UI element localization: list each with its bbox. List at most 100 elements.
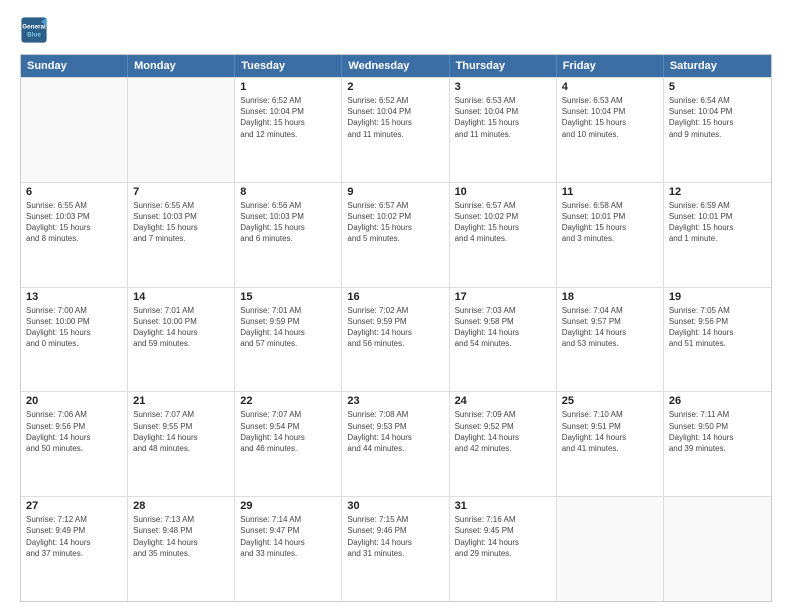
day-info: Sunrise: 7:06 AM Sunset: 9:56 PM Dayligh… bbox=[26, 409, 122, 454]
day-number: 8 bbox=[240, 186, 336, 198]
day-info: Sunrise: 7:01 AM Sunset: 9:59 PM Dayligh… bbox=[240, 305, 336, 350]
day-info: Sunrise: 6:57 AM Sunset: 10:02 PM Daylig… bbox=[347, 200, 443, 245]
day-header-monday: Monday bbox=[128, 55, 235, 77]
day-cell-31: 31 Sunrise: 7:16 AM Sunset: 9:45 PM Dayli… bbox=[450, 497, 557, 601]
day-info: Sunrise: 7:02 AM Sunset: 9:59 PM Dayligh… bbox=[347, 305, 443, 350]
day-cell-23: 23 Sunrise: 7:08 AM Sunset: 9:53 PM Dayli… bbox=[342, 392, 449, 496]
week-row-1: 1 Sunrise: 6:52 AM Sunset: 10:04 PM Dayli… bbox=[21, 77, 771, 182]
day-info: Sunrise: 6:55 AM Sunset: 10:03 PM Daylig… bbox=[133, 200, 229, 245]
empty-cell bbox=[557, 497, 664, 601]
day-info: Sunrise: 6:54 AM Sunset: 10:04 PM Daylig… bbox=[669, 95, 766, 140]
day-cell-29: 29Sunrise: 7:14 AM Sunset: 9:47 PM Dayli… bbox=[235, 497, 342, 601]
day-number: 7 bbox=[133, 186, 229, 198]
day-number: 22 bbox=[240, 395, 336, 407]
week-row-5: 27 Sunrise: 7:12 AM Sunset: 9:49 PM Dayli… bbox=[21, 496, 771, 601]
day-number: 27 bbox=[26, 500, 122, 512]
day-number: 31 bbox=[455, 500, 551, 512]
day-number: 6 bbox=[26, 186, 122, 198]
day-header-thursday: Thursday bbox=[450, 55, 557, 77]
day-number: 24 bbox=[455, 395, 551, 407]
day-number: 18 bbox=[562, 291, 658, 303]
day-number: 25 bbox=[562, 395, 658, 407]
day-info: Sunrise: 7:03 AM Sunset: 9:58 PM Dayligh… bbox=[455, 305, 551, 350]
empty-cell bbox=[128, 78, 235, 182]
day-number: 29 bbox=[240, 500, 336, 512]
day-info: Sunrise: 7:01 AM Sunset: 10:00 PM Daylig… bbox=[133, 305, 229, 350]
day-cell-21: 21Sunrise: 7:07 AM Sunset: 9:55 PM Dayli… bbox=[128, 392, 235, 496]
day-info: Sunrise: 6:56 AM Sunset: 10:03 PM Daylig… bbox=[240, 200, 336, 245]
calendar-body: 1 Sunrise: 6:52 AM Sunset: 10:04 PM Dayli… bbox=[21, 77, 771, 601]
day-cell-18: 18 Sunrise: 7:04 AM Sunset: 9:57 PM Dayli… bbox=[557, 288, 664, 392]
day-cell-11: 11 Sunrise: 6:58 AM Sunset: 10:01 PM Dayl… bbox=[557, 183, 664, 287]
day-number: 17 bbox=[455, 291, 551, 303]
day-cell-27: 27 Sunrise: 7:12 AM Sunset: 9:49 PM Dayli… bbox=[21, 497, 128, 601]
week-row-4: 20 Sunrise: 7:06 AM Sunset: 9:56 PM Dayli… bbox=[21, 391, 771, 496]
day-number: 23 bbox=[347, 395, 443, 407]
day-info: Sunrise: 7:11 AM Sunset: 9:50 PM Dayligh… bbox=[669, 409, 766, 454]
day-cell-25: 25 Sunrise: 7:10 AM Sunset: 9:51 PM Dayli… bbox=[557, 392, 664, 496]
day-number: 20 bbox=[26, 395, 122, 407]
empty-cell bbox=[664, 497, 771, 601]
day-number: 3 bbox=[455, 81, 551, 93]
day-cell-30: 30 Sunrise: 7:15 AM Sunset: 9:46 PM Dayli… bbox=[342, 497, 449, 601]
day-cell-8: 8 Sunrise: 6:56 AM Sunset: 10:03 PM Dayli… bbox=[235, 183, 342, 287]
day-cell-12: 12 Sunrise: 6:59 AM Sunset: 10:01 PM Dayl… bbox=[664, 183, 771, 287]
day-number: 10 bbox=[455, 186, 551, 198]
day-info: Sunrise: 7:13 AM Sunset: 9:48 PM Dayligh… bbox=[133, 514, 229, 559]
day-header-tuesday: Tuesday bbox=[235, 55, 342, 77]
day-info: Sunrise: 6:52 AM Sunset: 10:04 PM Daylig… bbox=[240, 95, 336, 140]
day-number: 30 bbox=[347, 500, 443, 512]
day-info: Sunrise: 6:57 AM Sunset: 10:02 PM Daylig… bbox=[455, 200, 551, 245]
day-cell-26: 26 Sunrise: 7:11 AM Sunset: 9:50 PM Dayli… bbox=[664, 392, 771, 496]
day-cell-28: 28 Sunrise: 7:13 AM Sunset: 9:48 PM Dayli… bbox=[128, 497, 235, 601]
day-header-sunday: Sunday bbox=[21, 55, 128, 77]
day-header-wednesday: Wednesday bbox=[342, 55, 449, 77]
day-header-saturday: Saturday bbox=[664, 55, 771, 77]
page: General Blue SundayMondayTuesdayWednesda… bbox=[0, 0, 792, 612]
day-info: Sunrise: 6:53 AM Sunset: 10:04 PM Daylig… bbox=[562, 95, 658, 140]
day-cell-4: 4Sunrise: 6:53 AM Sunset: 10:04 PM Dayli… bbox=[557, 78, 664, 182]
day-cell-3: 3 Sunrise: 6:53 AM Sunset: 10:04 PM Dayli… bbox=[450, 78, 557, 182]
day-info: Sunrise: 7:08 AM Sunset: 9:53 PM Dayligh… bbox=[347, 409, 443, 454]
day-number: 15 bbox=[240, 291, 336, 303]
day-cell-13: 13 Sunrise: 7:00 AM Sunset: 10:00 PM Dayl… bbox=[21, 288, 128, 392]
day-info: Sunrise: 6:59 AM Sunset: 10:01 PM Daylig… bbox=[669, 200, 766, 245]
day-number: 12 bbox=[669, 186, 766, 198]
day-number: 14 bbox=[133, 291, 229, 303]
day-number: 28 bbox=[133, 500, 229, 512]
day-cell-14: 14 Sunrise: 7:01 AM Sunset: 10:00 PM Dayl… bbox=[128, 288, 235, 392]
day-info: Sunrise: 7:09 AM Sunset: 9:52 PM Dayligh… bbox=[455, 409, 551, 454]
day-number: 5 bbox=[669, 81, 766, 93]
day-info: Sunrise: 6:52 AM Sunset: 10:04 PM Daylig… bbox=[347, 95, 443, 140]
day-info: Sunrise: 7:16 AM Sunset: 9:45 PM Dayligh… bbox=[455, 514, 551, 559]
day-number: 13 bbox=[26, 291, 122, 303]
day-info: Sunrise: 7:00 AM Sunset: 10:00 PM Daylig… bbox=[26, 305, 122, 350]
calendar: SundayMondayTuesdayWednesdayThursdayFrid… bbox=[20, 54, 772, 602]
day-cell-10: 10 Sunrise: 6:57 AM Sunset: 10:02 PM Dayl… bbox=[450, 183, 557, 287]
week-row-2: 6 Sunrise: 6:55 AM Sunset: 10:03 PM Dayli… bbox=[21, 182, 771, 287]
day-number: 26 bbox=[669, 395, 766, 407]
day-cell-15: 15 Sunrise: 7:01 AM Sunset: 9:59 PM Dayli… bbox=[235, 288, 342, 392]
empty-cell bbox=[21, 78, 128, 182]
day-number: 1 bbox=[240, 81, 336, 93]
calendar-header: SundayMondayTuesdayWednesdayThursdayFrid… bbox=[21, 55, 771, 77]
logo-icon: General Blue bbox=[20, 16, 48, 44]
day-number: 11 bbox=[562, 186, 658, 198]
svg-text:Blue: Blue bbox=[27, 31, 41, 38]
day-number: 19 bbox=[669, 291, 766, 303]
day-cell-16: 16 Sunrise: 7:02 AM Sunset: 9:59 PM Dayli… bbox=[342, 288, 449, 392]
day-number: 21 bbox=[133, 395, 229, 407]
day-cell-19: 19Sunrise: 7:05 AM Sunset: 9:56 PM Dayli… bbox=[664, 288, 771, 392]
day-cell-20: 20 Sunrise: 7:06 AM Sunset: 9:56 PM Dayli… bbox=[21, 392, 128, 496]
day-cell-24: 24 Sunrise: 7:09 AM Sunset: 9:52 PM Dayli… bbox=[450, 392, 557, 496]
day-info: Sunrise: 7:12 AM Sunset: 9:49 PM Dayligh… bbox=[26, 514, 122, 559]
day-cell-22: 22Sunrise: 7:07 AM Sunset: 9:54 PM Dayli… bbox=[235, 392, 342, 496]
day-number: 16 bbox=[347, 291, 443, 303]
day-info: Sunrise: 7:10 AM Sunset: 9:51 PM Dayligh… bbox=[562, 409, 658, 454]
day-info: Sunrise: 7:04 AM Sunset: 9:57 PM Dayligh… bbox=[562, 305, 658, 350]
day-info: Sunrise: 6:53 AM Sunset: 10:04 PM Daylig… bbox=[455, 95, 551, 140]
day-info: Sunrise: 6:55 AM Sunset: 10:03 PM Daylig… bbox=[26, 200, 122, 245]
day-info: Sunrise: 6:58 AM Sunset: 10:01 PM Daylig… bbox=[562, 200, 658, 245]
day-info: Sunrise: 7:15 AM Sunset: 9:46 PM Dayligh… bbox=[347, 514, 443, 559]
week-row-3: 13 Sunrise: 7:00 AM Sunset: 10:00 PM Dayl… bbox=[21, 287, 771, 392]
